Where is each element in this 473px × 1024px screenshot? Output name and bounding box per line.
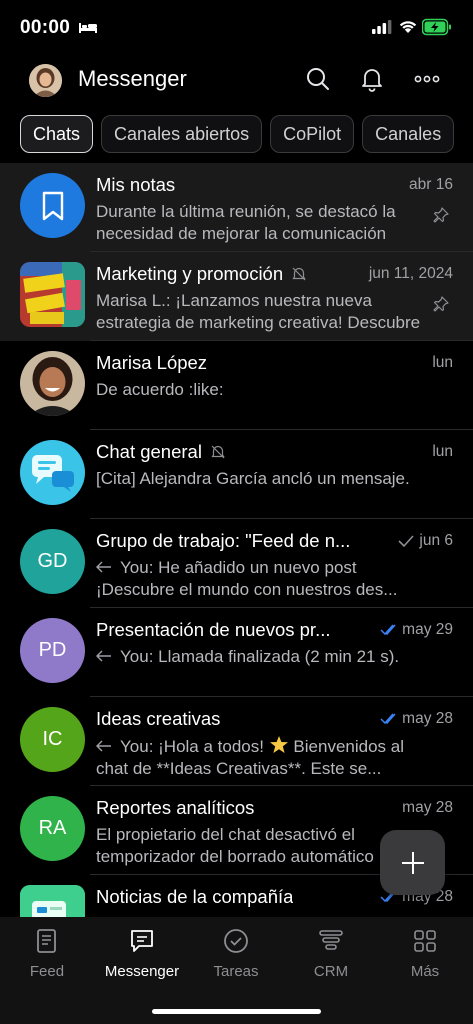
chat-preview: De acuerdo :like: — [96, 380, 224, 399]
chat-date: may 28 — [402, 799, 453, 816]
chat-title: Chat general — [96, 441, 202, 462]
plus-icon — [401, 851, 424, 874]
pin-icon — [433, 296, 449, 312]
initials-avatar: RA — [20, 796, 85, 861]
chat-date: abr 16 — [409, 176, 453, 193]
new-chat-button[interactable] — [380, 830, 445, 895]
initials-avatar: IC — [20, 707, 85, 772]
initials-avatar: PD — [20, 618, 85, 683]
nav-mas[interactable]: Más — [378, 927, 472, 980]
chat-title: Marketing y promoción — [96, 263, 284, 284]
filter-tabs: Chats Canales abiertos CoPilot Canales — [20, 115, 473, 155]
nav-feed[interactable]: Feed — [0, 927, 94, 980]
chat-item-chat-general[interactable]: Chat general lun [Cita] Alejandra García… — [0, 430, 473, 519]
home-indicator[interactable] — [152, 1009, 321, 1014]
reply-arrow-icon — [96, 561, 111, 573]
read-double-check-icon — [380, 713, 396, 725]
tab-chats[interactable]: Chats — [20, 115, 94, 153]
chat-date: may 29 — [402, 621, 453, 638]
nav-messenger[interactable]: Messenger — [95, 927, 189, 980]
more-options-icon[interactable] — [414, 66, 440, 92]
tasks-icon — [224, 929, 248, 953]
chat-list: Mis notas abr 16 Durante la última reuni… — [0, 163, 473, 917]
wifi-icon — [399, 21, 417, 33]
chat-preview: You: ¡Hola a todos! Bienvenidos al chat … — [96, 736, 405, 778]
chat-item-presentacion[interactable]: PD Presentación de nuevos pr... may 29 Y… — [0, 608, 473, 697]
bottom-navigation: Feed Messenger Tareas CRM Más — [0, 917, 473, 1024]
notifications-bell-icon[interactable] — [359, 66, 385, 92]
chat-item-marisa-lopez[interactable]: Marisa López lun De acuerdo :like: — [0, 341, 473, 430]
tab-copilot[interactable]: CoPilot — [270, 115, 355, 153]
reply-arrow-icon — [96, 650, 111, 662]
chat-preview: You: Llamada finalizada (2 min 21 s). — [96, 646, 433, 668]
chat-preview: [Cita] Alejandra García ancló un mensaje… — [96, 469, 410, 488]
search-icon[interactable] — [305, 66, 331, 92]
chat-preview: Durante la última reunión, se destacó la… — [96, 202, 396, 243]
feed-icon — [37, 929, 56, 953]
chat-title: Ideas creativas — [96, 708, 221, 729]
sent-check-icon — [398, 535, 414, 548]
reply-arrow-icon — [96, 740, 111, 752]
status-time: 00:00 — [20, 17, 71, 38]
chat-title: Marisa López — [96, 352, 208, 373]
bookmark-avatar-icon — [20, 173, 85, 238]
muted-bell-icon — [211, 445, 225, 459]
chat-date: may 28 — [402, 710, 453, 727]
battery-charging-icon — [422, 18, 451, 36]
chat-title: Grupo de trabajo: "Feed de n... — [96, 530, 351, 551]
chat-title: Presentación de nuevos pr... — [96, 619, 331, 640]
chat-preview: Marisa L.: ¡Lanzamos nuestra nueva estra… — [96, 291, 421, 332]
news-avatar-icon — [20, 885, 85, 917]
pin-icon — [433, 207, 449, 223]
app-header: Messenger — [0, 56, 473, 104]
user-avatar[interactable] — [29, 64, 62, 97]
chat-date: lun — [432, 443, 453, 460]
chat-date: jun 11, 2024 — [368, 265, 453, 282]
chat-item-ideas-creativas[interactable]: IC Ideas creativas may 28 You: ¡Hola a t… — [0, 697, 473, 786]
chat-item-mis-notas[interactable]: Mis notas abr 16 Durante la última reuni… — [0, 163, 473, 252]
crm-icon — [319, 930, 343, 950]
more-grid-icon — [414, 930, 436, 952]
chat-date: lun — [432, 354, 453, 371]
tab-canales[interactable]: Canales — [362, 115, 455, 153]
status-bar: 00:00 — [0, 0, 473, 56]
nav-crm[interactable]: CRM — [284, 927, 378, 980]
chat-bubbles-avatar-icon — [20, 440, 85, 505]
marketing-group-avatar — [20, 262, 85, 327]
chat-item-grupo-de-trabajo[interactable]: GD Grupo de trabajo: "Feed de n... jun 6… — [0, 519, 473, 608]
chat-title: Noticias de la compañía — [96, 886, 294, 907]
nav-tareas[interactable]: Tareas — [189, 927, 283, 980]
read-double-check-icon — [380, 624, 396, 636]
muted-bell-icon — [292, 267, 306, 281]
messenger-icon — [131, 930, 153, 952]
chat-title: Reportes analíticos — [96, 797, 255, 818]
page-title: Messenger — [78, 66, 187, 91]
contact-avatar — [20, 351, 85, 416]
tab-canales-abiertos[interactable]: Canales abiertos — [101, 115, 263, 153]
star-emoji-icon — [269, 736, 288, 753]
sleep-focus-icon — [79, 23, 97, 33]
cellular-signal-icon — [372, 20, 392, 34]
chat-preview: You: He añadido un nuevo post ¡Descubre … — [96, 558, 398, 599]
initials-avatar: GD — [20, 529, 85, 594]
chat-item-marketing[interactable]: Marketing y promoción jun 11, 2024 Maris… — [0, 252, 473, 341]
chat-date: jun 6 — [419, 532, 453, 549]
chat-title: Mis notas — [96, 174, 176, 195]
